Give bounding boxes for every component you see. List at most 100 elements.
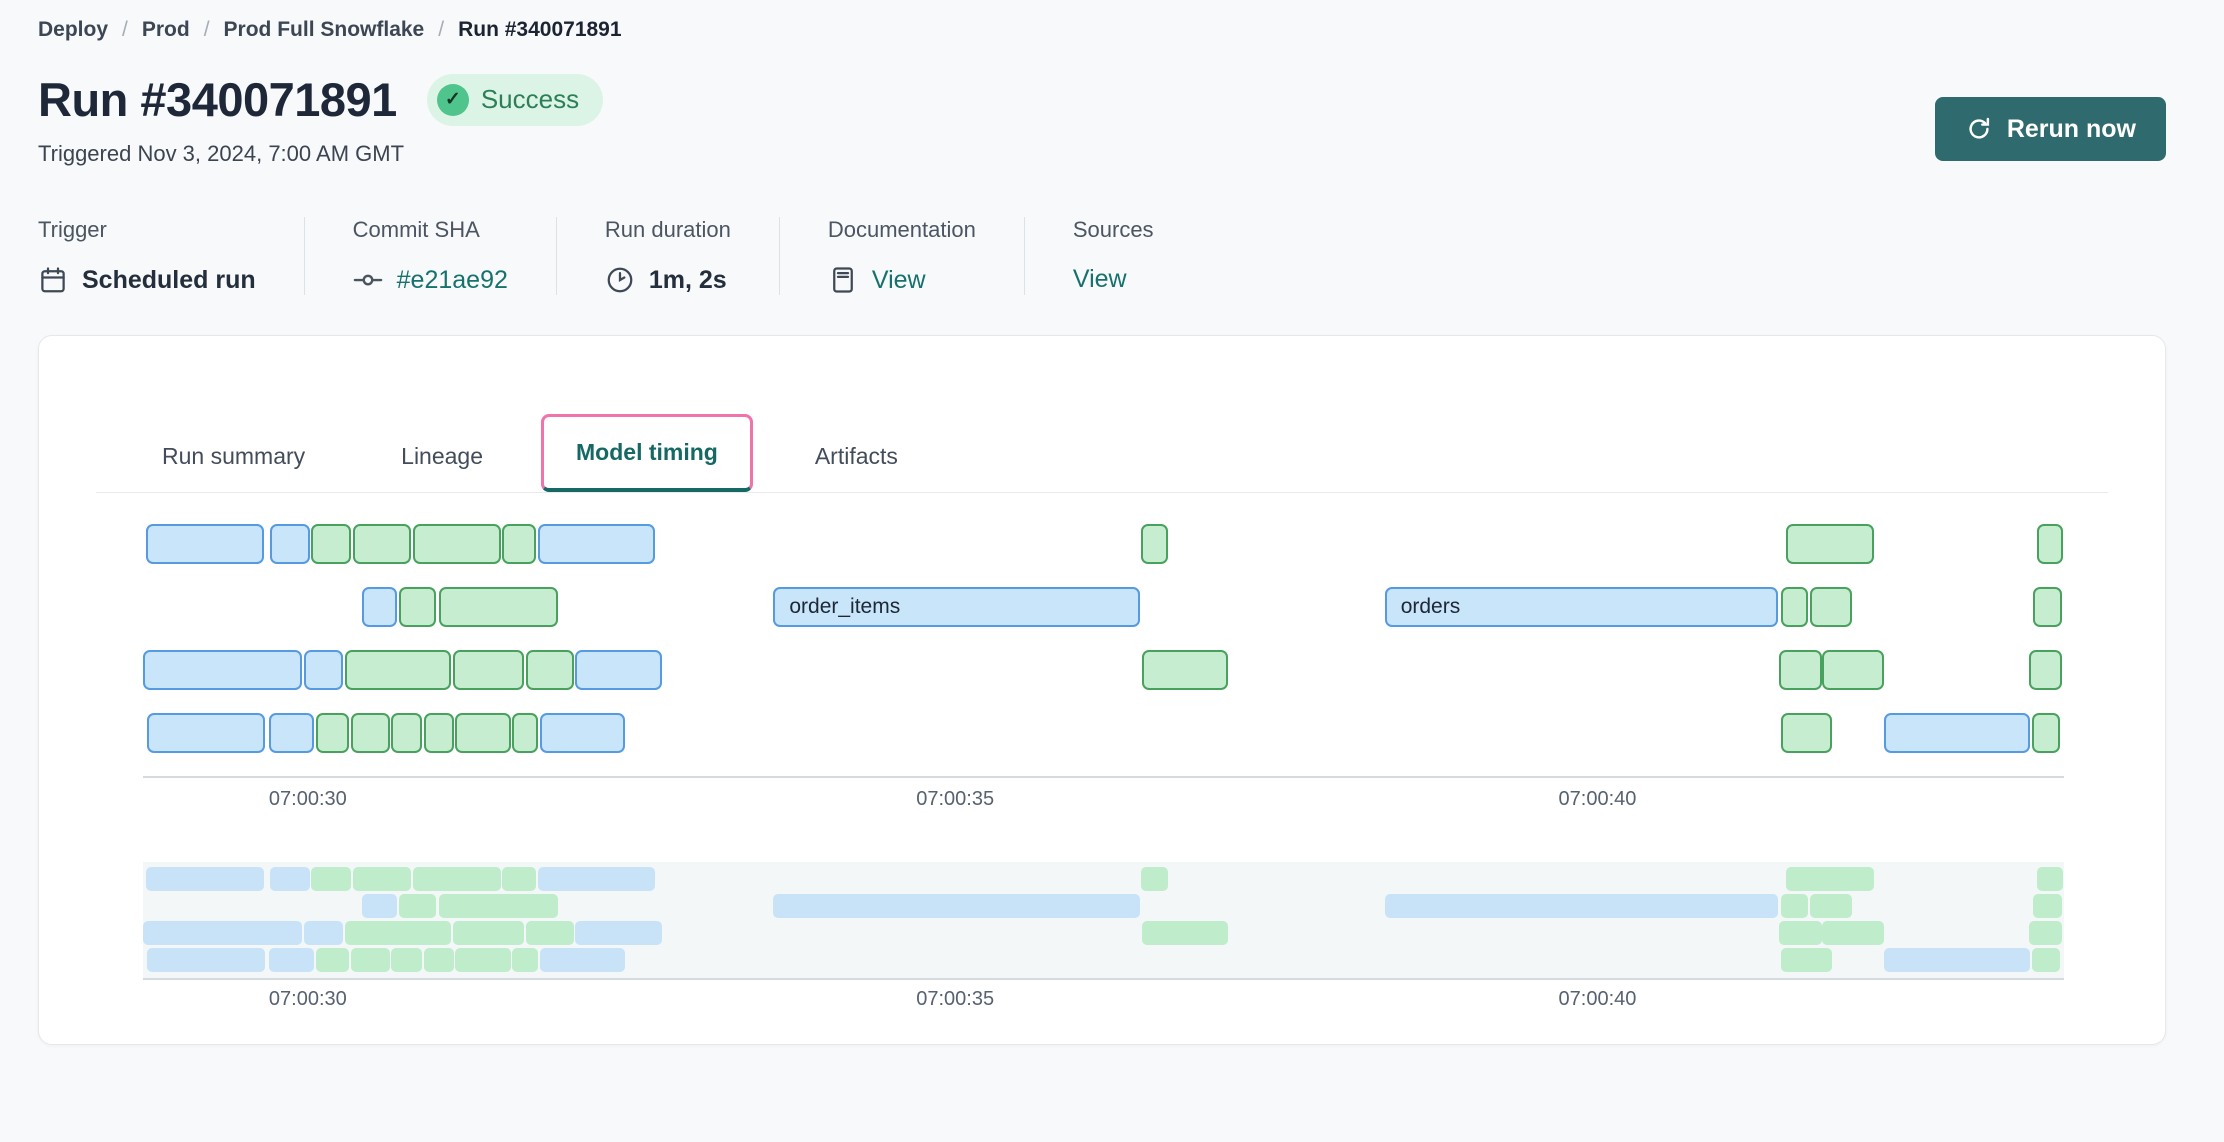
model-bar[interactable]	[270, 524, 310, 564]
model-bar[interactable]	[353, 524, 411, 564]
model-bar	[147, 948, 265, 972]
model-bar	[2033, 894, 2062, 918]
model-bar	[345, 921, 451, 945]
rerun-now-button[interactable]: Rerun now	[1935, 97, 2166, 161]
model-bar[interactable]	[413, 524, 501, 564]
model-bar[interactable]	[2029, 650, 2062, 690]
model-bar[interactable]	[143, 650, 302, 690]
gantt-row	[143, 713, 2064, 753]
model-bar[interactable]	[2033, 587, 2062, 627]
model-bar[interactable]	[1141, 524, 1168, 564]
tab-model-timing[interactable]: Model timing	[541, 414, 753, 492]
model-bar[interactable]	[424, 713, 454, 753]
model-bar[interactable]	[439, 587, 558, 627]
model-bar[interactable]	[455, 713, 511, 753]
tab-lineage[interactable]: Lineage	[395, 421, 489, 492]
model-bar[interactable]	[1779, 650, 1822, 690]
tab-run-summary[interactable]: Run summary	[156, 421, 311, 492]
model-bar[interactable]	[304, 650, 343, 690]
model-bar	[1786, 867, 1874, 891]
model-bar	[2029, 921, 2062, 945]
model-bar	[2032, 948, 2060, 972]
model-bar[interactable]	[1781, 713, 1832, 753]
model-bar	[439, 894, 558, 918]
duration-value: 1m, 2s	[649, 266, 727, 295]
axis-tick-label: 07:00:30	[269, 988, 347, 1011]
model-bar[interactable]	[1781, 587, 1808, 627]
breadcrumb-prod[interactable]: Prod	[142, 18, 190, 42]
model-bar-label: order_items	[775, 589, 1138, 625]
model-bar	[304, 921, 343, 945]
model-bar[interactable]	[147, 713, 265, 753]
model-bar[interactable]	[316, 713, 349, 753]
minimap-rows[interactable]	[143, 862, 2064, 980]
meta-label: Trigger	[38, 217, 256, 243]
model-bar	[2037, 867, 2063, 891]
trigger-value: Scheduled run	[82, 266, 256, 295]
minimap-row	[143, 867, 2064, 891]
model-bar	[311, 867, 351, 891]
model-bar	[502, 867, 536, 891]
minimap-row	[143, 921, 2064, 945]
model-bar[interactable]	[2032, 713, 2060, 753]
check-icon: ✓	[437, 84, 469, 116]
header: Run #340071891 ✓ Success	[38, 72, 2166, 127]
model-bar-order_items[interactable]: order_items	[773, 587, 1140, 627]
meta-label: Sources	[1073, 217, 1154, 243]
calendar-icon	[38, 265, 68, 295]
model-bar[interactable]	[311, 524, 351, 564]
minimap-row	[143, 948, 2064, 972]
model-bar[interactable]	[1884, 713, 2030, 753]
model-bar	[575, 921, 663, 945]
model-bar[interactable]	[1786, 524, 1874, 564]
timing-overview-minimap[interactable]: 07:00:3007:00:3507:00:40	[143, 862, 2064, 1020]
model-bar-orders[interactable]: orders	[1385, 587, 1779, 627]
breadcrumb-separator: /	[122, 18, 128, 42]
refresh-icon	[1965, 115, 1993, 143]
model-bar[interactable]	[146, 524, 264, 564]
model-bar-order_items	[773, 894, 1140, 918]
model-bar[interactable]	[399, 587, 436, 627]
gantt-row	[143, 524, 2064, 564]
commit-sha-link[interactable]: #e21ae92	[353, 265, 508, 295]
deploy-run-page: Deploy / Prod / Prod Full Snowflake / Ru…	[0, 0, 2224, 1142]
model-bar[interactable]	[362, 587, 397, 627]
meta-commit-sha: Commit SHA #e21ae92	[305, 217, 557, 295]
sources-view-link[interactable]: View	[1073, 265, 1154, 294]
meta-label: Documentation	[828, 217, 976, 243]
tab-artifacts[interactable]: Artifacts	[809, 421, 904, 492]
model-bar[interactable]	[391, 713, 422, 753]
documentation-view-link[interactable]: View	[828, 265, 976, 295]
model-bar[interactable]	[453, 650, 524, 690]
model-bar	[453, 921, 524, 945]
model-bar[interactable]	[351, 713, 390, 753]
model-bar	[146, 867, 264, 891]
model-bar[interactable]	[269, 713, 314, 753]
model-bar[interactable]	[575, 650, 663, 690]
model-bar	[351, 948, 390, 972]
model-bar[interactable]	[1142, 650, 1228, 690]
model-bar[interactable]	[538, 524, 656, 564]
model-bar	[270, 867, 310, 891]
meta-run-duration: Run duration 1m, 2s	[557, 217, 780, 295]
model-bar[interactable]	[512, 713, 538, 753]
model-bar	[526, 921, 574, 945]
model-bar[interactable]	[345, 650, 451, 690]
page-title: Run #340071891	[38, 72, 397, 127]
model-bar[interactable]	[2037, 524, 2063, 564]
model-bar	[353, 867, 411, 891]
model-bar[interactable]	[502, 524, 536, 564]
model-bar[interactable]	[1822, 650, 1884, 690]
model-bar[interactable]	[1810, 587, 1852, 627]
model-bar	[316, 948, 349, 972]
model-bar	[269, 948, 314, 972]
breadcrumb-run: Run #340071891	[458, 18, 621, 42]
gantt-time-axis: 07:00:3007:00:3507:00:40	[143, 776, 2064, 820]
model-bar	[1781, 894, 1808, 918]
breadcrumb-environment[interactable]: Prod Full Snowflake	[224, 18, 425, 42]
breadcrumb-deploy[interactable]: Deploy	[38, 18, 108, 42]
breadcrumb-separator: /	[204, 18, 210, 42]
model-bar[interactable]	[526, 650, 574, 690]
commit-sha-value: #e21ae92	[397, 266, 508, 295]
model-bar[interactable]	[540, 713, 626, 753]
